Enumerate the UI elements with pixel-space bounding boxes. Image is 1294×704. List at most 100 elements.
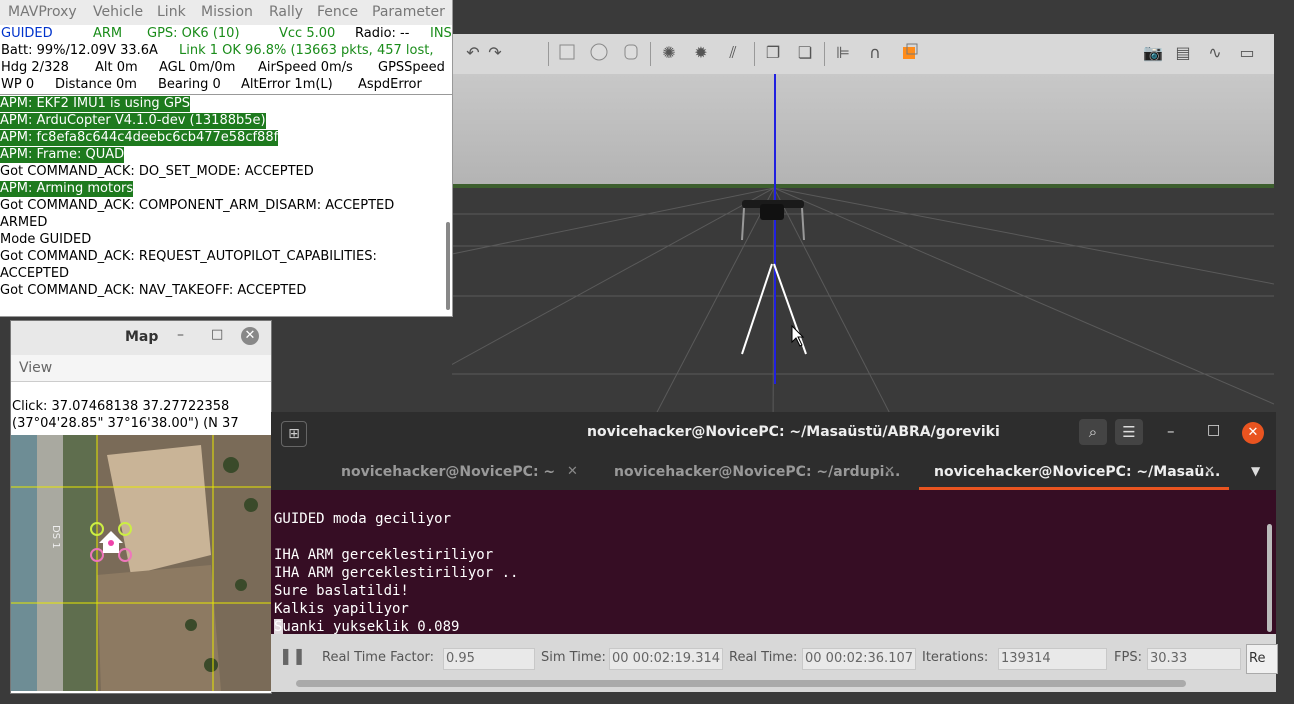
- terminal-line: Sure baslatildi!: [274, 583, 409, 599]
- box-shape-icon[interactable]: [556, 42, 578, 64]
- battery-status: Batt: 99%/12.09V 33.6A: [1, 43, 158, 58]
- gpsspeed-status: GPSSpeed: [378, 60, 445, 75]
- new-tab-icon[interactable]: ⊞: [281, 421, 307, 447]
- terminal-titlebar: ⊞ novicehacker@NovicePC: ~/Masaüstü/ABRA…: [271, 412, 1276, 454]
- fps-label: FPS:: [1114, 650, 1142, 665]
- tab-label: novicehacker@NovicePC: ~: [341, 464, 556, 480]
- minimize-icon[interactable]: –: [1167, 422, 1175, 440]
- map-window: Map – □ ✕ View Click: 37.07468138 37.277…: [10, 320, 272, 694]
- tab-close-icon[interactable]: ✕: [884, 464, 895, 479]
- terminal-line: IHA ARM gerceklestiriliyor ..: [274, 565, 519, 581]
- close-icon[interactable]: ✕: [241, 327, 259, 345]
- divider: [0, 94, 452, 95]
- tab-close-icon[interactable]: ✕: [567, 464, 578, 479]
- log-line: APM: EKF2 IMU1 is using GPS: [0, 96, 190, 112]
- mode-status: GUIDED: [1, 26, 53, 41]
- iterations-value: 139314: [998, 648, 1107, 670]
- menu-mavproxy[interactable]: MAVProxy: [8, 4, 77, 20]
- ins-status: INS: [430, 26, 452, 41]
- point-light-icon[interactable]: ✺: [658, 42, 680, 64]
- click-coordinates-dms: (37°04'28.85" 37°16'38.00") (N 37: [12, 416, 239, 431]
- aspderror-status: AspdError: [358, 77, 422, 92]
- log-icon[interactable]: ▤: [1172, 42, 1194, 64]
- terminal-line: Suanki yukseklik 0.089: [274, 619, 460, 635]
- plot-icon[interactable]: ∿: [1204, 42, 1226, 64]
- map-menubar: View: [11, 355, 271, 382]
- log-line: Got COMMAND_ACK: REQUEST_AUTOPILOT_CAPAB…: [0, 249, 377, 264]
- align-icon[interactable]: ⊫: [832, 42, 854, 64]
- sphere-shape-icon[interactable]: [588, 42, 610, 64]
- close-icon[interactable]: ✕: [1242, 422, 1264, 444]
- reset-time-button[interactable]: Re: [1246, 644, 1278, 674]
- simtime-label: Sim Time:: [541, 650, 606, 665]
- map-titlebar: Map – □ ✕: [11, 321, 271, 355]
- terminal-title: novicehacker@NovicePC: ~/Masaüstü/ABRA/g…: [587, 424, 1000, 440]
- status-panel: GUIDED ARM GPS: OK6 (10) Vcc 5.00 Radio:…: [0, 25, 452, 95]
- terminal-scrollbar[interactable]: [1267, 524, 1272, 632]
- fps-value: 30.33: [1147, 648, 1241, 670]
- snap-icon[interactable]: ∩: [864, 42, 886, 64]
- road-label: DS 1: [50, 525, 61, 549]
- terminal-line: GUIDED moda geciliyor: [274, 511, 452, 527]
- statusbar-scrollbar[interactable]: [296, 680, 1186, 687]
- undo-icon[interactable]: ↶: [462, 42, 484, 64]
- search-icon[interactable]: ⌕: [1079, 419, 1107, 445]
- terminal-tab[interactable]: novicehacker@NovicePC: ~ ✕: [271, 454, 589, 490]
- terminal-tabbar: novicehacker@NovicePC: ~ ✕ novicehacker@…: [271, 454, 1276, 490]
- terminal-window: ⊞ novicehacker@NovicePC: ~/Masaüstü/ABRA…: [271, 412, 1278, 692]
- rtf-label: Real Time Factor:: [322, 650, 435, 665]
- menu-rally[interactable]: Rally: [269, 4, 303, 20]
- radio-status: Radio: --: [355, 26, 410, 41]
- terminal-tab[interactable]: novicehacker@NovicePC: ~/ardupi... ✕: [591, 454, 909, 490]
- arm-status: ARM: [93, 26, 123, 41]
- heading-status: Hdg 2/328: [1, 60, 69, 75]
- toolbar-separator: [824, 42, 825, 66]
- change-view-icon[interactable]: [900, 42, 922, 64]
- pause-icon[interactable]: ❚❚: [279, 646, 306, 668]
- link-status: Link 1 OK 96.8% (13663 pkts, 457 lost,: [179, 43, 434, 58]
- menu-vehicle[interactable]: Vehicle: [93, 4, 143, 20]
- tab-close-icon[interactable]: ✕: [1204, 464, 1215, 479]
- hamburger-menu-icon[interactable]: ☰: [1115, 419, 1143, 445]
- log-line: Got COMMAND_ACK: NAV_TAKEOFF: ACCEPTED: [0, 283, 307, 298]
- click-coordinates: Click: 37.07468138 37.27722358: [12, 399, 230, 414]
- tab-list-dropdown-icon[interactable]: ▼: [1251, 464, 1260, 478]
- paste-icon[interactable]: ❏: [794, 42, 816, 64]
- menu-mission[interactable]: Mission: [201, 4, 253, 20]
- copy-icon[interactable]: ❐: [762, 42, 784, 64]
- toolbar-separator: [754, 42, 755, 66]
- maximize-icon[interactable]: □: [1207, 422, 1220, 438]
- log-scrollbar[interactable]: [446, 222, 450, 310]
- altitude-status: Alt 0m: [95, 60, 138, 75]
- maximize-icon[interactable]: □: [211, 327, 223, 342]
- menu-view[interactable]: View: [19, 360, 52, 376]
- spot-light-icon[interactable]: ✹: [690, 42, 712, 64]
- distance-status: Distance 0m: [55, 77, 137, 92]
- satellite-map[interactable]: DS 1: [11, 435, 271, 691]
- video-record-icon[interactable]: ▭: [1236, 42, 1258, 64]
- simtime-value: 00 00:02:19.314: [609, 648, 723, 670]
- cylinder-shape-icon[interactable]: [620, 42, 642, 64]
- minimize-icon[interactable]: –: [177, 327, 184, 343]
- log-line: Got COMMAND_ACK: DO_SET_MODE: ACCEPTED: [0, 164, 314, 179]
- airspeed-status: AirSpeed 0m/s: [258, 60, 353, 75]
- map-title: Map: [125, 329, 159, 345]
- agl-status: AGL 0m/0m: [159, 60, 236, 75]
- log-line: APM: fc8efa8c644c4deebc6cb477e58cf88f: [0, 130, 279, 146]
- toolbar-separator: [650, 42, 651, 66]
- tab-label: novicehacker@NovicePC: ~/Masaü...: [934, 464, 1221, 480]
- log-line: ARMED: [0, 215, 48, 230]
- menu-link[interactable]: Link: [157, 4, 186, 20]
- realtime-label: Real Time:: [729, 650, 798, 665]
- redo-icon[interactable]: ↷: [484, 42, 506, 64]
- gazebo-toolbar: ↶ ↷ ✺ ✹ ⫽ ❐ ❏ ⊫ ∩ 📷 ▤ ∿ ▭: [452, 34, 1274, 75]
- menu-fence[interactable]: Fence: [317, 4, 358, 20]
- log-line: Got COMMAND_ACK: COMPONENT_ARM_DISARM: A…: [0, 198, 395, 213]
- terminal-output[interactable]: GUIDED moda geciliyor IHA ARM gerceklest…: [271, 490, 1276, 637]
- tab-label: novicehacker@NovicePC: ~/ardupi...: [614, 464, 901, 480]
- menu-parameter[interactable]: Parameter: [372, 4, 445, 20]
- simulation-statusbar: ❚❚ Real Time Factor: 0.95 Sim Time: 00 0…: [271, 634, 1278, 692]
- terminal-tab-active[interactable]: novicehacker@NovicePC: ~/Masaü... ✕: [919, 454, 1229, 490]
- directional-light-icon[interactable]: ⫽: [722, 42, 744, 64]
- screenshot-camera-icon[interactable]: 📷: [1142, 42, 1164, 64]
